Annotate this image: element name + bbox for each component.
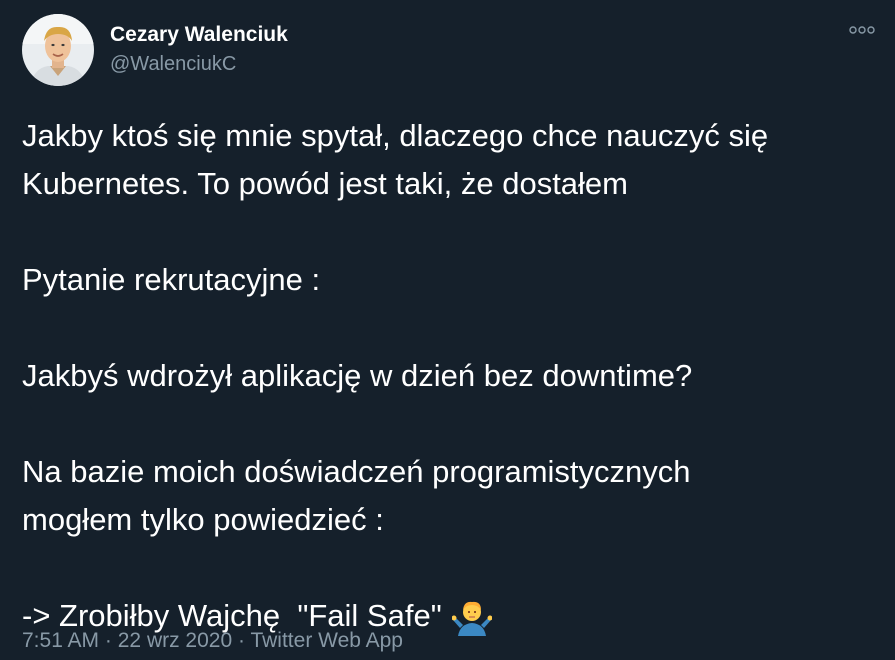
tweet-text-blank-line bbox=[22, 544, 872, 592]
author-display-name[interactable]: Cezary Walenciuk bbox=[110, 22, 288, 48]
tweet-text-blank-line bbox=[22, 208, 872, 256]
tweet-text-line: Na bazie moich doświadczeń programistycz… bbox=[22, 454, 691, 489]
tweet-source[interactable]: Twitter Web App bbox=[250, 629, 403, 652]
tweet-card: Cezary Walenciuk @WalenciukC Jakby ktoś … bbox=[0, 0, 895, 660]
tweet-text-line: Kubernetes. To powód jest taki, że dosta… bbox=[22, 166, 628, 201]
tweet-text-blank-line bbox=[22, 304, 872, 352]
tweet-text: Jakby ktoś się mnie spytał, dlaczego chc… bbox=[22, 112, 872, 650]
tweet-meta: 7:51 AM · 22 wrz 2020 · Twitter Web App bbox=[22, 626, 403, 656]
avatar[interactable] bbox=[22, 14, 94, 86]
avatar-image bbox=[22, 14, 94, 86]
author-names: Cezary Walenciuk @WalenciukC bbox=[110, 22, 288, 78]
author-handle[interactable]: @WalenciukC bbox=[110, 50, 288, 78]
meta-separator: · bbox=[104, 629, 112, 652]
more-options-icon bbox=[849, 26, 875, 34]
tweet-header: Cezary Walenciuk @WalenciukC bbox=[22, 14, 288, 88]
tweet-text-line: Pytanie rekrutacyjne : bbox=[22, 262, 321, 297]
tweet-text-line: mogłem tylko powiedzieć : bbox=[22, 502, 384, 537]
tweet-date[interactable]: 22 wrz 2020 bbox=[118, 629, 232, 652]
tweet-text-line: Jakby ktoś się mnie spytał, dlaczego chc… bbox=[22, 118, 769, 153]
tweet-time[interactable]: 7:51 AM bbox=[22, 629, 99, 652]
tweet-text-blank-line bbox=[22, 400, 872, 448]
more-options-button[interactable] bbox=[847, 20, 877, 40]
tweet-text-line: Jakbyś wdrożył aplikację w dzień bez dow… bbox=[22, 358, 693, 393]
meta-separator: · bbox=[238, 629, 245, 652]
person-shrugging-icon bbox=[451, 598, 493, 650]
